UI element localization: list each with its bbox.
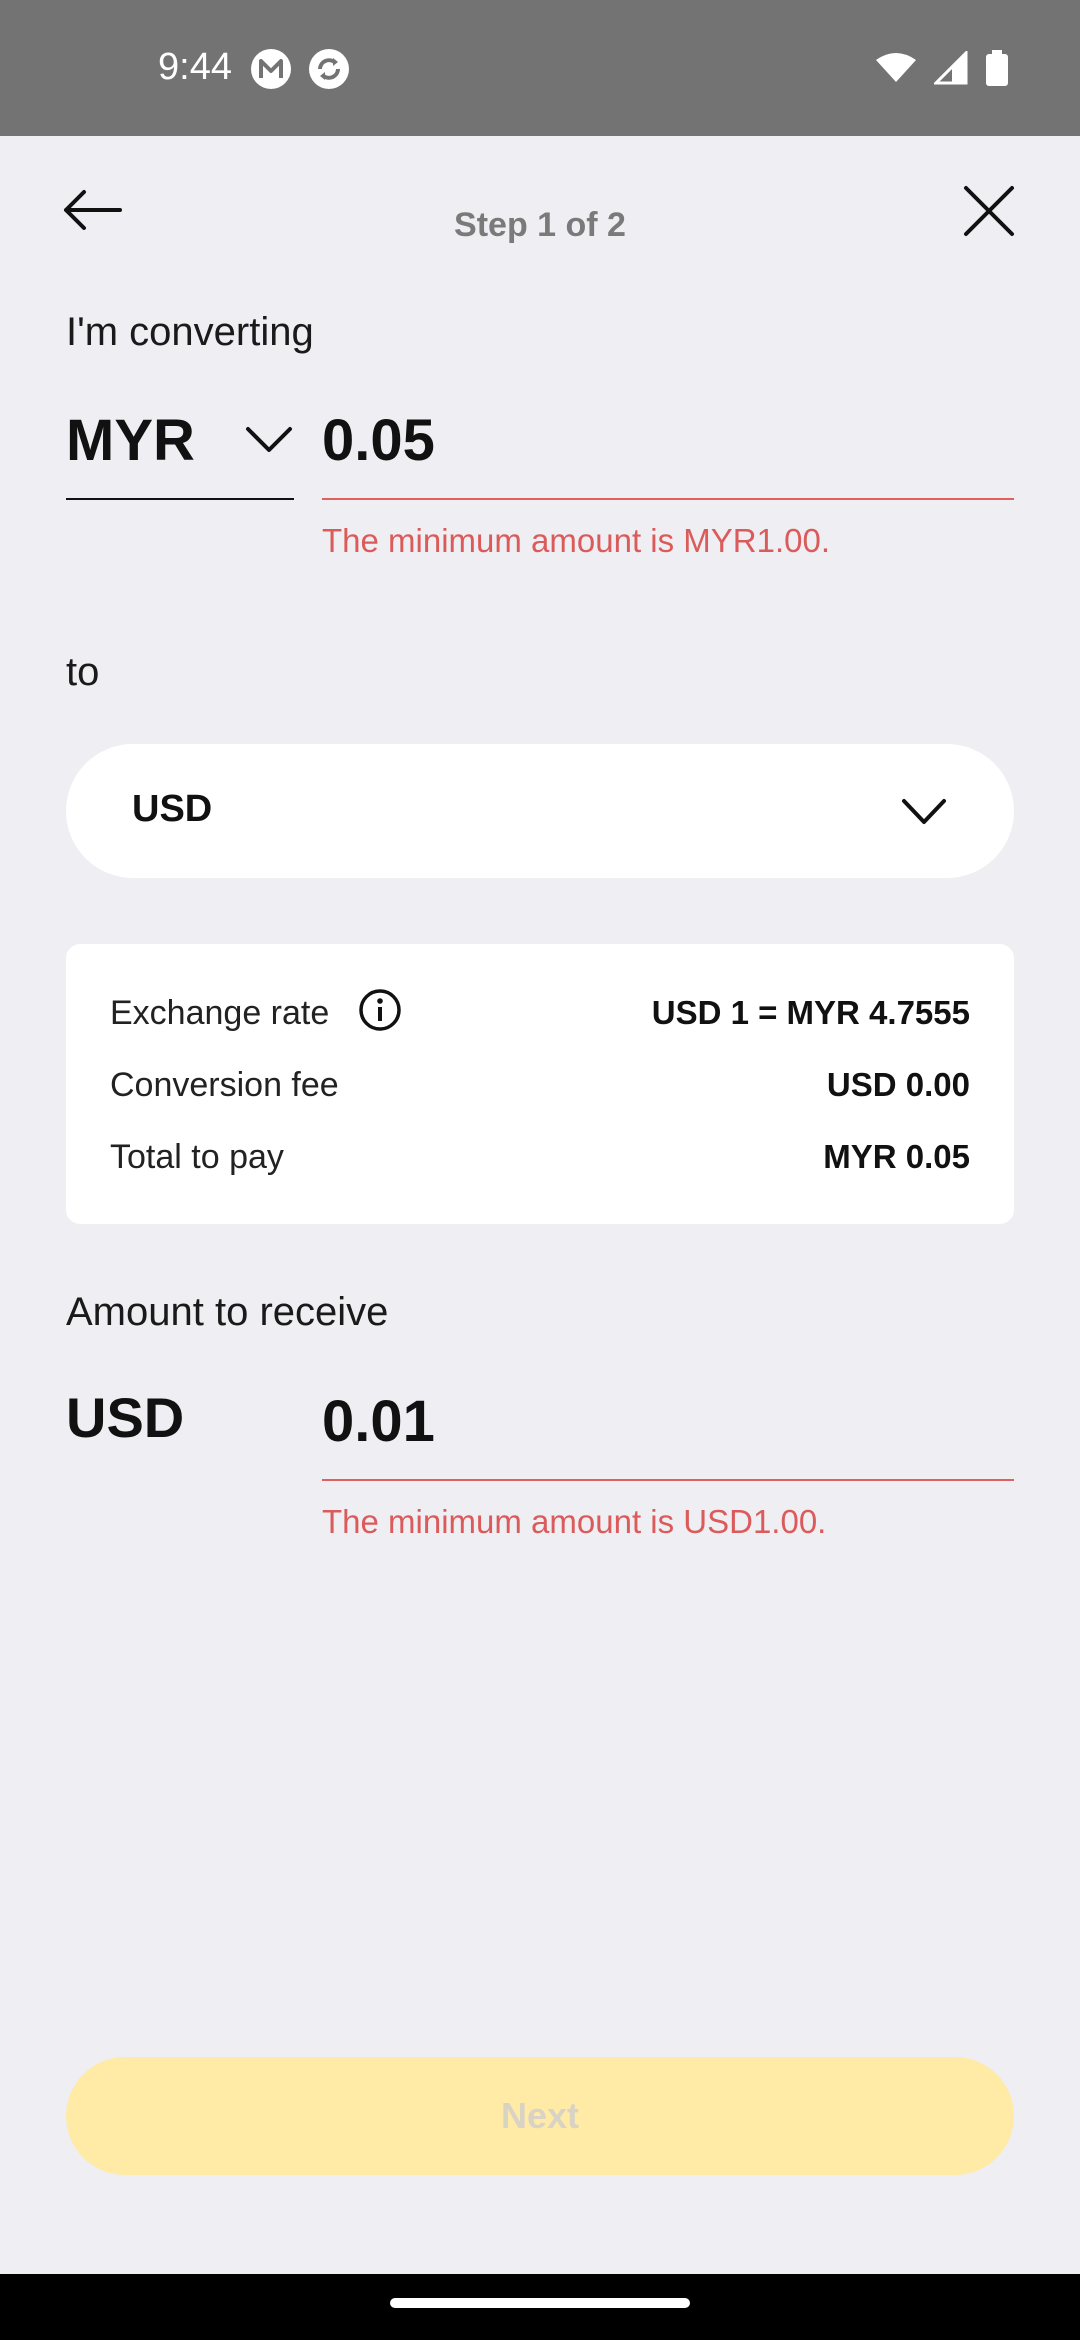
status-time: 9:44 bbox=[158, 46, 232, 88]
close-icon bbox=[964, 186, 1014, 236]
page-title: Step 1 of 2 bbox=[454, 206, 626, 244]
receive-amount-input[interactable]: 0.01 bbox=[322, 1376, 1014, 1481]
conversion-fee-row: Conversion fee USD 0.00 bbox=[110, 1060, 970, 1110]
from-amount-input[interactable]: 0.05 bbox=[322, 395, 1014, 500]
chevron-down-icon bbox=[246, 427, 292, 452]
from-currency-code: MYR bbox=[66, 408, 195, 473]
info-icon[interactable] bbox=[358, 988, 402, 1032]
to-currency-code: USD bbox=[132, 788, 213, 830]
exchange-rate-value: USD 1 = MYR 4.7555 bbox=[651, 994, 970, 1031]
receive-amount-error: The minimum amount is USD1.00. bbox=[322, 1503, 827, 1540]
battery-icon bbox=[986, 50, 1008, 91]
conversion-fee-value: USD 0.00 bbox=[826, 1066, 970, 1103]
receive-amount-value: 0.01 bbox=[322, 1389, 435, 1454]
signal-icon bbox=[932, 49, 968, 90]
wifi-icon bbox=[876, 52, 916, 89]
total-to-pay-label: Total to pay bbox=[110, 1138, 284, 1176]
to-currency-select[interactable]: USD bbox=[66, 744, 1014, 878]
converting-label: I'm converting bbox=[66, 310, 314, 354]
status-bar: 9:44 bbox=[0, 0, 1080, 136]
gmail-m-icon bbox=[250, 48, 292, 90]
next-button[interactable]: Next bbox=[66, 2057, 1014, 2175]
chevron-down-icon bbox=[902, 799, 946, 824]
exchange-rate-row: Exchange rate USD 1 = MYR 4.7555 bbox=[110, 988, 970, 1038]
from-currency-select[interactable]: MYR bbox=[66, 395, 294, 500]
total-to-pay-row: Total to pay MYR 0.05 bbox=[110, 1132, 970, 1182]
rate-summary-card: Exchange rate USD 1 = MYR 4.7555 Convers… bbox=[66, 944, 1014, 1224]
home-indicator[interactable] bbox=[390, 2298, 690, 2308]
from-amount-error: The minimum amount is MYR1.00. bbox=[322, 522, 831, 559]
total-to-pay-value: MYR 0.05 bbox=[823, 1138, 970, 1175]
from-amount-value: 0.05 bbox=[322, 408, 435, 473]
to-label: to bbox=[66, 650, 100, 694]
conversion-fee-label: Conversion fee bbox=[110, 1066, 339, 1104]
receive-currency-code: USD bbox=[66, 1386, 185, 1449]
close-button[interactable] bbox=[962, 184, 1028, 250]
system-nav-bar bbox=[0, 2274, 1080, 2340]
sync-app-icon bbox=[308, 48, 350, 90]
header: Step 1 of 2 bbox=[0, 136, 1080, 306]
exchange-rate-label: Exchange rate bbox=[110, 994, 330, 1032]
amount-to-receive-label: Amount to receive bbox=[66, 1290, 389, 1334]
